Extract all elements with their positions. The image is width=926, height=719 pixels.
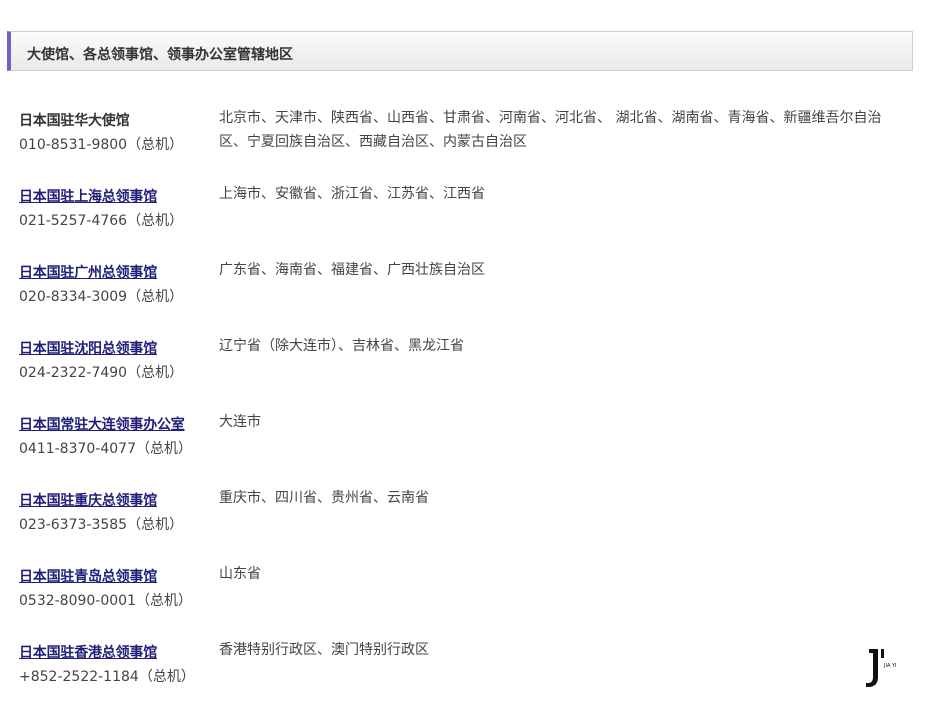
office-jurisdiction: 上海市、安徽省、浙江省、江苏省、江西省 [219, 186, 485, 202]
office-link-hongkong[interactable]: 日本国驻香港总领事馆 [19, 642, 157, 662]
office-link-dalian[interactable]: 日本国常驻大连领事办公室 [19, 414, 185, 434]
office-link-guangzhou[interactable]: 日本国驻广州总领事馆 [19, 262, 157, 282]
office-link-shenyang[interactable]: 日本国驻沈阳总领事馆 [19, 338, 157, 358]
section-title: 大使馆、各总领事馆、领事办公室管辖地区 [27, 47, 293, 63]
office-jurisdiction: 广东省、海南省、福建省、广西壮族自治区 [219, 262, 485, 278]
jiayi-logo-icon: JIA YI [866, 649, 897, 687]
office-jurisdiction: 重庆市、四川省、贵州省、云南省 [219, 490, 429, 506]
office-link-shanghai[interactable]: 日本国驻上海总领事馆 [19, 186, 157, 206]
office-phone: 021-5257-4766（总机） [19, 213, 184, 229]
watermark-logo: JIA YI [860, 645, 912, 691]
office-phone: 020-8334-3009（总机） [19, 289, 184, 305]
office-phone: 024-2322-7490（总机） [19, 365, 184, 381]
office-name: 日本国驻华大使馆 [19, 113, 130, 129]
office-phone: 0411-8370-4077（总机） [19, 441, 192, 457]
office-jurisdiction: 香港特别行政区、澳门特别行政区 [219, 642, 429, 658]
office-jurisdiction: 北京市、天津市、陕西省、山西省、甘肃省、河南省、河北省、 湖北省、湖南省、青海省… [219, 110, 882, 150]
office-phone: 010-8531-9800（总机） [19, 137, 184, 153]
office-link-chongqing[interactable]: 日本国驻重庆总领事馆 [19, 490, 157, 510]
office-jurisdiction: 大连市 [219, 414, 261, 430]
office-phone: 0532-8090-0001（总机） [19, 593, 192, 609]
office-jurisdiction: 辽宁省（除大连市）、吉林省、黑龙江省 [219, 338, 464, 354]
section-header: 大使馆、各总领事馆、领事办公室管辖地区 [7, 31, 913, 71]
office-phone: +852-2522-1184（总机） [19, 669, 195, 685]
office-link-qingdao[interactable]: 日本国驻青岛总领事馆 [19, 566, 157, 586]
office-phone: 023-6373-3585（总机） [19, 517, 184, 533]
watermark-text: JIA YI [883, 663, 897, 669]
office-jurisdiction: 山东省 [219, 566, 261, 582]
